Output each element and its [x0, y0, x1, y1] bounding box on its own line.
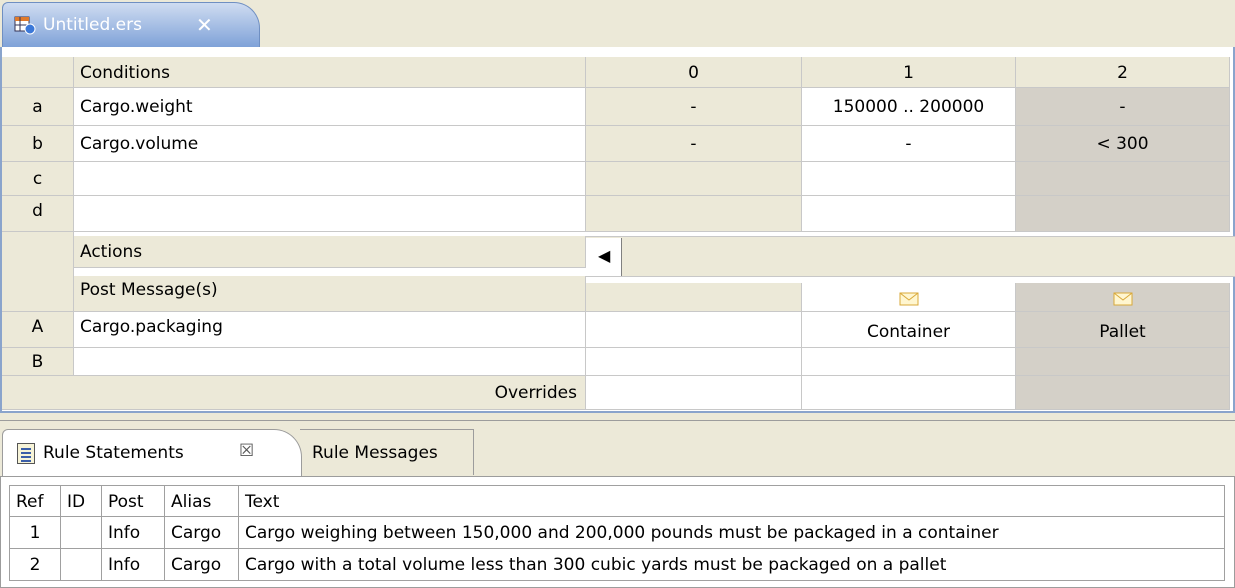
statement-ref[interactable]: 2: [9, 549, 61, 581]
scroll-left-button[interactable]: ◀: [586, 238, 622, 276]
action-value-cell[interactable]: Pallet: [1016, 312, 1230, 348]
condition-letter: b: [2, 126, 74, 162]
close-icon[interactable]: ✕: [196, 13, 213, 37]
action-value-cell[interactable]: [586, 312, 802, 348]
condition-value-cell[interactable]: -: [1016, 88, 1230, 126]
tab-rule-messages[interactable]: Rule Messages: [300, 429, 474, 475]
column-header-id[interactable]: ID: [61, 485, 102, 517]
rule-statements-panel: Ref ID Post Alias Text 1 Info Cargo Carg…: [0, 476, 1235, 588]
condition-letter: a: [2, 88, 74, 126]
action-letter: A: [2, 312, 74, 348]
action-value-cell[interactable]: [802, 348, 1016, 376]
decision-table-editor: Conditions 0 1 2 a Cargo.weight - 150000…: [0, 47, 1235, 413]
condition-value-cell[interactable]: [586, 196, 802, 232]
condition-value-cell[interactable]: -: [586, 88, 802, 126]
envelope-icon: [899, 292, 918, 306]
statement-alias[interactable]: Cargo: [165, 517, 239, 549]
condition-value-cell[interactable]: 150000 .. 200000: [802, 88, 1016, 126]
statement-id[interactable]: [61, 517, 102, 549]
post-message-cell[interactable]: [802, 283, 1016, 312]
condition-name-cell[interactable]: [74, 162, 586, 196]
arrow-left-icon: ◀: [598, 246, 611, 265]
column-header-post[interactable]: Post: [102, 485, 165, 517]
override-cell[interactable]: [586, 376, 802, 410]
condition-name-cell[interactable]: [74, 196, 586, 232]
close-icon[interactable]: ☒: [239, 441, 254, 461]
condition-letter: d: [2, 196, 74, 232]
editor-tab-title: Untitled.ers: [43, 15, 142, 35]
action-name-cell[interactable]: [74, 348, 586, 376]
overrides-label: Overrides: [2, 376, 586, 410]
action-name-cell[interactable]: Cargo.packaging: [74, 312, 586, 348]
column-header-1[interactable]: 1: [802, 57, 1016, 88]
tab-label: Rule Messages: [312, 443, 438, 463]
action-value-cell[interactable]: [586, 348, 802, 376]
corner-cell: [2, 57, 74, 88]
condition-value-cell[interactable]: [1016, 196, 1230, 232]
actions-corner-cell: [2, 232, 74, 276]
decision-table-icon: [14, 16, 36, 35]
statement-id[interactable]: [61, 549, 102, 581]
condition-letter: c: [2, 162, 74, 196]
condition-value-cell[interactable]: < 300: [1016, 126, 1230, 162]
statement-text[interactable]: Cargo with a total volume less than 300 …: [239, 549, 1225, 581]
condition-value-cell[interactable]: [802, 196, 1016, 232]
view-tabbar: Rule Statements ☒ Rule Messages: [0, 420, 1235, 476]
envelope-icon: [1113, 292, 1132, 306]
conditions-header: Conditions: [74, 57, 586, 88]
override-cell[interactable]: [1016, 376, 1230, 410]
statement-post[interactable]: Info: [102, 549, 165, 581]
statement-ref[interactable]: 1: [9, 517, 61, 549]
post-message-cell[interactable]: [1016, 283, 1230, 312]
post-messages-label: Post Message(s): [74, 276, 586, 312]
post-message-cell[interactable]: [586, 283, 802, 312]
actions-header: Actions: [74, 236, 586, 268]
tab-label: Rule Statements: [43, 443, 184, 463]
tab-rule-statements[interactable]: Rule Statements ☒: [2, 429, 302, 476]
statement-post[interactable]: Info: [102, 517, 165, 549]
condition-value-cell[interactable]: -: [802, 126, 1016, 162]
condition-value-cell[interactable]: -: [586, 126, 802, 162]
condition-value-cell[interactable]: [586, 162, 802, 196]
statement-text[interactable]: Cargo weighing between 150,000 and 200,0…: [239, 517, 1225, 549]
column-header-2[interactable]: 2: [1016, 57, 1230, 88]
column-header-0[interactable]: 0: [586, 57, 802, 88]
condition-value-cell[interactable]: [1016, 162, 1230, 196]
condition-name-cell[interactable]: Cargo.weight: [74, 88, 586, 126]
condition-name-cell[interactable]: Cargo.volume: [74, 126, 586, 162]
statement-alias[interactable]: Cargo: [165, 549, 239, 581]
action-value-cell[interactable]: Container: [802, 312, 1016, 348]
override-cell[interactable]: [802, 376, 1016, 410]
editor-tabbar: Untitled.ers ✕: [0, 0, 1235, 47]
document-icon: [17, 443, 35, 464]
column-header-alias[interactable]: Alias: [165, 485, 239, 517]
column-header-text[interactable]: Text: [239, 485, 1225, 517]
action-letter: B: [2, 348, 74, 376]
post-messages-corner: [2, 276, 74, 312]
horizontal-scrollbar[interactable]: ◀: [586, 236, 1235, 277]
column-header-ref[interactable]: Ref: [9, 485, 61, 517]
condition-value-cell[interactable]: [802, 162, 1016, 196]
action-value-cell[interactable]: [1016, 348, 1230, 376]
editor-tab-untitled[interactable]: Untitled.ers ✕: [2, 2, 260, 47]
